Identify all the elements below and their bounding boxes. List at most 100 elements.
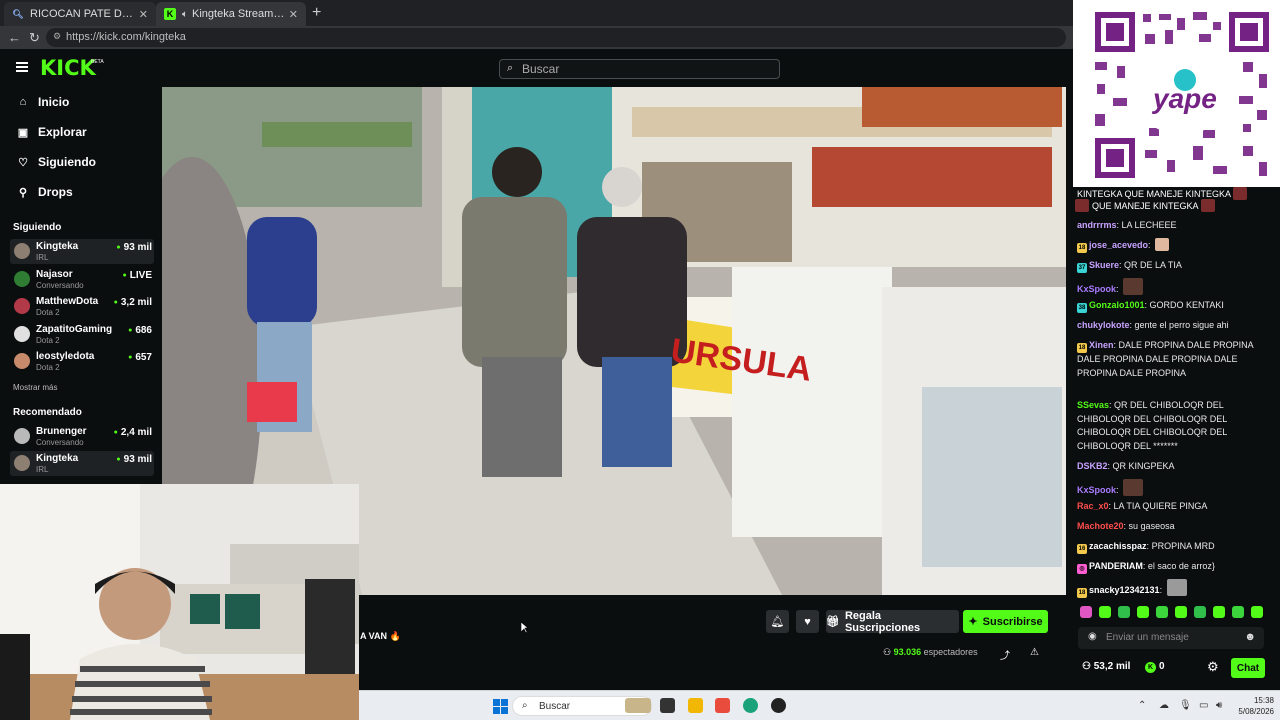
sub-badge: ◎ [1077, 564, 1087, 574]
site-info-icon[interactable]: ⚙ [53, 31, 61, 42]
gear-icon[interactable]: ⚙ [1207, 659, 1219, 675]
chat-username[interactable]: Gonzalo1001 [1089, 300, 1145, 310]
clock-date: 5/08/2026 [1238, 707, 1274, 716]
qr-image: yape [1073, 0, 1280, 187]
emote-icon [1075, 199, 1089, 212]
channel-name: leostyledota [36, 351, 95, 362]
chat-message: 16 zacachisspaz: PROPINA MRD [1077, 541, 1215, 554]
close-tab-icon[interactable]: ✕ [139, 8, 148, 21]
chat-username[interactable]: zacachisspaz [1089, 541, 1147, 551]
system-clock[interactable]: 15:38 5/08/2026 [1238, 695, 1274, 717]
network-icon[interactable]: ▭ [1199, 700, 1208, 711]
microphone-icon[interactable]: 🎙︎ [1179, 700, 1192, 711]
emote-icon[interactable] [1156, 606, 1168, 618]
chat-username[interactable]: Rac_x0 [1077, 501, 1109, 511]
app-icon[interactable] [715, 698, 730, 713]
emote-icon[interactable] [1080, 606, 1092, 618]
chat-username[interactable]: KxSpook [1077, 284, 1116, 294]
emoji-picker-icon[interactable]: ☻ [1244, 631, 1256, 643]
viewer-count: 93 mil [116, 242, 152, 253]
sidebar-item-siguiendo[interactable]: ♡ Siguiendo [16, 152, 96, 172]
emote-icon[interactable] [1137, 606, 1149, 618]
emote-icon[interactable] [1099, 606, 1111, 618]
emote-icon[interactable] [1194, 606, 1206, 618]
chat-username[interactable]: PANDERIAM [1089, 561, 1143, 571]
chat-username[interactable]: Xinen [1089, 340, 1114, 350]
cloud-icon[interactable]: ☁ [1159, 700, 1169, 711]
chat-username[interactable]: snacky12342131 [1089, 585, 1160, 595]
gift-label: Regala Suscripciones [844, 609, 921, 634]
browser-icon[interactable] [743, 698, 758, 713]
channel-item[interactable]: Kingteka IRL 93 mil [10, 451, 154, 476]
sidebar-item-explorar[interactable]: ▣ Explorar [16, 122, 87, 142]
emote-icon [1123, 278, 1144, 295]
file-explorer-icon[interactable] [688, 698, 703, 713]
channel-item[interactable]: ZapatitoGaming Dota 2 686 [10, 322, 154, 347]
report-icon[interactable]: ⚠ [1030, 647, 1039, 658]
chat-username[interactable]: SSevas [1077, 400, 1109, 410]
chat-username[interactable]: jose_acevedo [1089, 240, 1148, 250]
follow-button[interactable]: ♥ [796, 610, 819, 633]
share-icon[interactable]: ⤴ [1000, 647, 1010, 662]
channel-name: Brunenger [36, 426, 87, 437]
reload-icon[interactable]: ↻ [29, 30, 40, 46]
chat-username[interactable]: chukylokote [1077, 320, 1130, 330]
sidebar-item-inicio[interactable]: ⌂ Inicio [16, 92, 70, 112]
chat-username[interactable]: Machote20 [1077, 521, 1124, 531]
heart-icon: ♡ [18, 156, 28, 169]
emote-icon[interactable] [1118, 606, 1130, 618]
message-text: KINTEGKA QUE MANEJE KINTEGKA [1077, 189, 1232, 199]
channel-item[interactable]: Kingteka IRL 93 mil [10, 239, 154, 264]
new-tab-button[interactable]: + [312, 4, 321, 22]
chat-username[interactable]: DSKB2 [1077, 461, 1108, 471]
channel-item[interactable]: leostyledota Dota 2 657 [10, 349, 154, 374]
menu-icon[interactable] [16, 62, 28, 72]
search-input[interactable]: ⌕ Buscar [499, 59, 780, 79]
explore-icon: ▣ [17, 126, 29, 139]
chat-message: ◎ PANDERIAM: el saco de arroz} [1077, 560, 1257, 574]
windows-start-icon[interactable] [493, 699, 508, 714]
chat-input[interactable]: ◉ Enviar un mensaje ☻ [1078, 627, 1264, 649]
close-tab-icon[interactable]: ✕ [289, 8, 298, 21]
chat-username[interactable]: Skuere [1089, 260, 1119, 270]
address-bar[interactable]: ⚙ https://kick.com/kingteka [46, 28, 1066, 47]
browser-tab-kick[interactable]: K 🔈︎ Kingteka Stream - Watch Live ✕ [156, 2, 306, 26]
widget-icon[interactable] [625, 698, 651, 713]
emote-icon[interactable] [1213, 606, 1225, 618]
message-text: LA TIA QUIERE PINGA [1113, 501, 1208, 511]
task-view-icon[interactable] [660, 698, 675, 713]
chat-settings-icon[interactable]: ◉ [1088, 631, 1097, 642]
channel-item[interactable]: Brunenger Conversando 2,4 mil [10, 424, 154, 449]
stream-title: A VAN 🔥 [360, 631, 401, 641]
speaker-icon[interactable]: 🔈︎ [182, 9, 188, 20]
chat-username[interactable]: andrrrms [1077, 220, 1117, 230]
subscribe-button[interactable]: ✦ Suscribirse [963, 610, 1048, 633]
channel-item[interactable]: MatthewDota Dota 2 3,2 mil [10, 294, 154, 319]
chat-message: 18 Xinen: DALE PROPINA DALE PROPINA DALE … [1077, 340, 1254, 378]
obs-icon[interactable] [771, 698, 786, 713]
show-more-link[interactable]: Mostrar más [13, 383, 57, 392]
channel-category: Dota 2 [36, 363, 60, 372]
channel-name: MatthewDota [36, 296, 99, 307]
viewer-count: 93 mil [116, 454, 152, 465]
browser-tab-search[interactable]: 🔍︎ RICOCAN PATE DE POLLO - Búsque ✕ [4, 2, 156, 26]
chat-send-button[interactable]: Chat [1231, 658, 1265, 678]
nav-label: Siguiendo [38, 155, 96, 169]
channel-category: Dota 2 [36, 336, 60, 345]
kick-logo[interactable]: KICK [40, 56, 96, 80]
emote-icon[interactable] [1175, 606, 1187, 618]
emote-icon[interactable] [1232, 606, 1244, 618]
volume-icon[interactable]: 🔊︎ [1216, 700, 1222, 711]
avatar [14, 298, 30, 314]
sidebar-item-drops[interactable]: ⚲ Drops [16, 182, 73, 202]
notification-bell-button[interactable]: 🔔︎ [766, 610, 789, 633]
gift-subscriptions-button[interactable]: 🎁︎ Regala Suscripciones [826, 609, 959, 634]
viewer-count: LIVE [123, 270, 152, 281]
emote-icon[interactable] [1251, 606, 1263, 618]
chat-username[interactable]: KxSpook [1077, 485, 1116, 495]
tray-arrow-icon[interactable]: ⌃ [1138, 700, 1146, 711]
back-arrow-icon[interactable]: ← [8, 30, 21, 45]
channel-item[interactable]: Najasor Conversando LIVE [10, 267, 154, 292]
sub-badge: 37 [1077, 263, 1087, 273]
viewer-count: ⚇ 93.036 espectadores [883, 647, 978, 658]
